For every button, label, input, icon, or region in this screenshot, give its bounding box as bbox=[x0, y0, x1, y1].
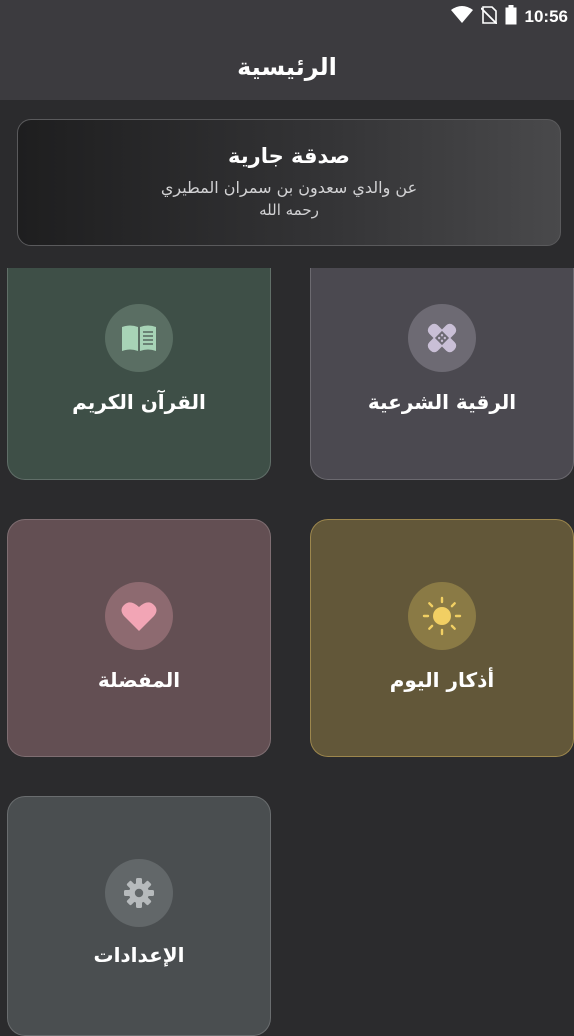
bandage-icon bbox=[408, 304, 476, 372]
gear-icon bbox=[105, 859, 173, 927]
tile-adhkar[interactable]: أذكار اليوم bbox=[310, 519, 574, 757]
battery-icon bbox=[505, 5, 517, 29]
sun-icon bbox=[408, 582, 476, 650]
tile-label: الرقية الشرعية bbox=[367, 390, 517, 414]
book-icon bbox=[105, 304, 173, 372]
tile-label: القرآن الكريم bbox=[72, 390, 206, 414]
tile-label: الإعدادات bbox=[93, 943, 185, 967]
sadaqa-card: صدقة جارية عن والدي سعدون بن سمران المطي… bbox=[17, 119, 561, 246]
sadaqa-dedication: عن والدي سعدون بن سمران المطيري bbox=[160, 178, 418, 197]
sadaqa-title: صدقة جارية bbox=[228, 144, 350, 168]
status-bar: 10:56 bbox=[0, 0, 574, 34]
tile-label: أذكار اليوم bbox=[389, 668, 495, 692]
tile-favorites[interactable]: المفضلة bbox=[7, 519, 271, 757]
app-bar: الرئيسية bbox=[0, 34, 574, 100]
page-title: الرئيسية bbox=[237, 53, 337, 81]
status-icons: 10:56 bbox=[450, 5, 568, 29]
no-sim-icon bbox=[479, 6, 498, 28]
status-time: 10:56 bbox=[524, 7, 568, 26]
heart-icon bbox=[105, 582, 173, 650]
tile-ruqyah[interactable]: الرقية الشرعية bbox=[310, 268, 574, 480]
tile-settings[interactable]: الإعدادات bbox=[7, 796, 271, 1036]
wifi-icon bbox=[450, 6, 473, 28]
tile-quran[interactable]: القرآن الكريم bbox=[7, 268, 271, 480]
sadaqa-prayer: رحمه الله bbox=[259, 201, 319, 219]
tile-label: المفضلة bbox=[97, 668, 181, 692]
